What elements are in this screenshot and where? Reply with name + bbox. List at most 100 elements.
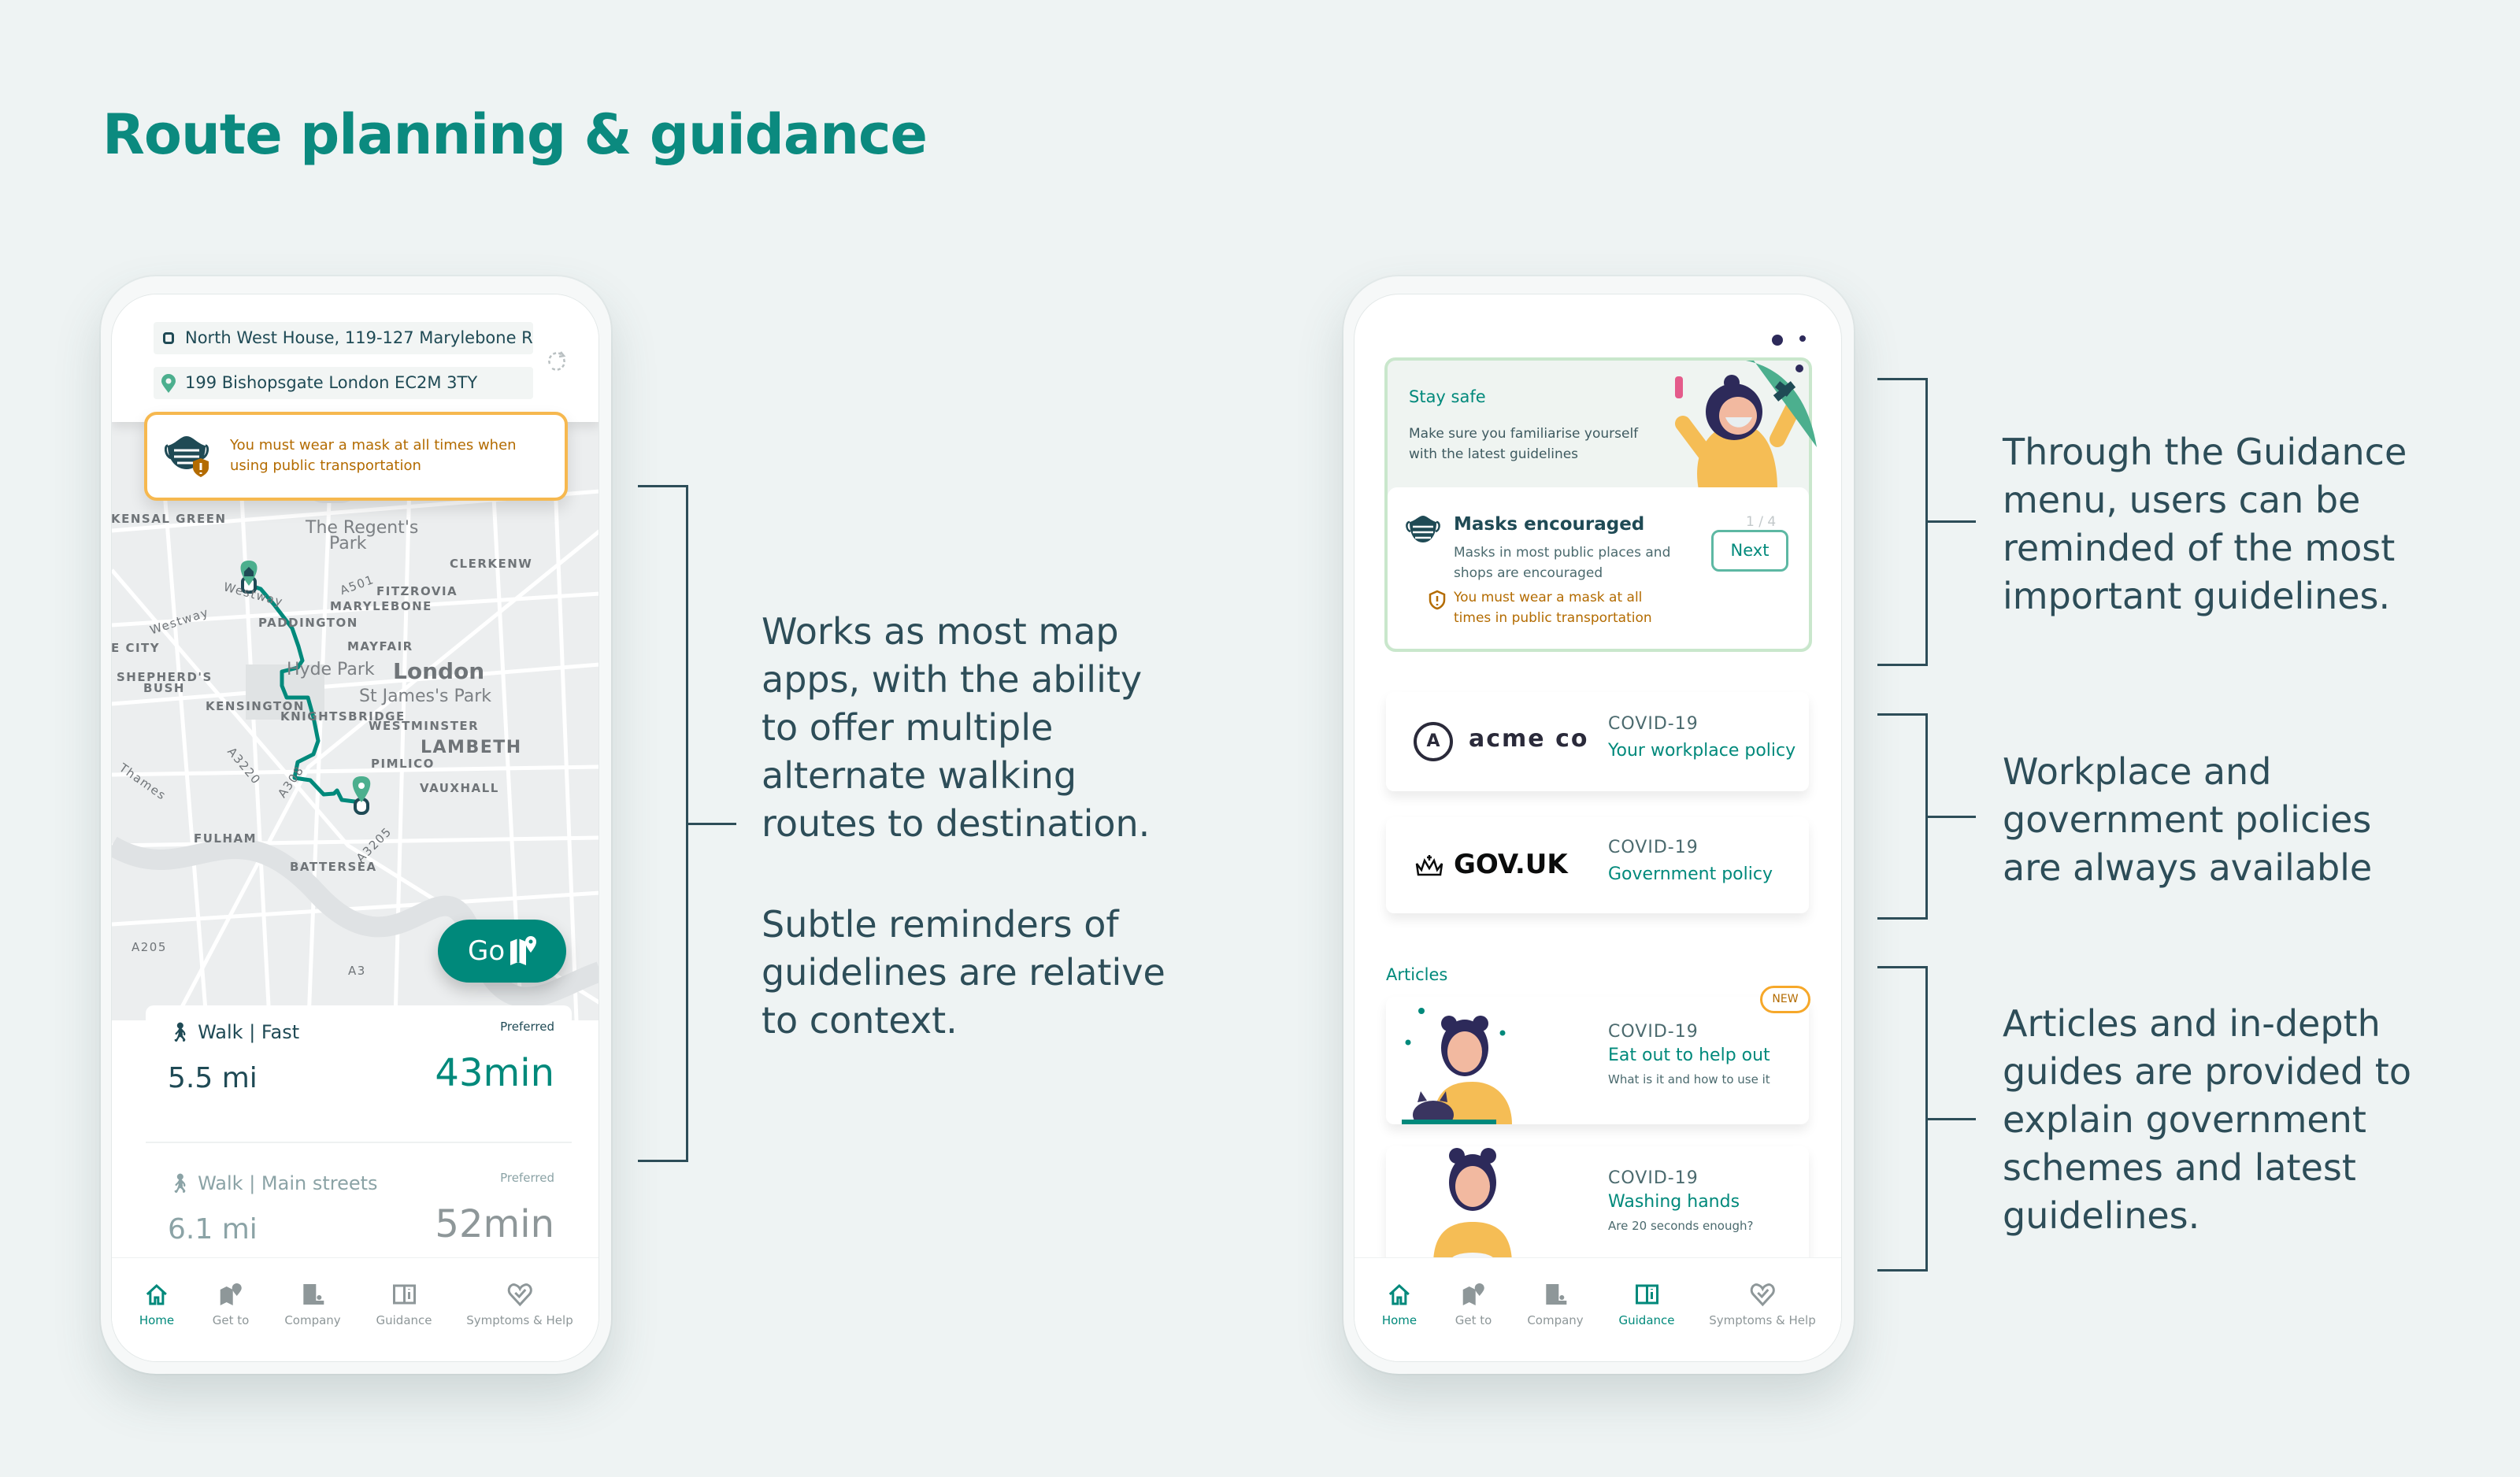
policy-kicker: COVID-19 bbox=[1608, 838, 1699, 857]
map-pin-icon bbox=[220, 1283, 242, 1305]
nav-item-get-to[interactable]: Get to bbox=[212, 1282, 250, 1327]
route-distance: 6.1 mi bbox=[168, 1213, 258, 1246]
map-label: A501 bbox=[338, 572, 376, 598]
nav-label: Guidance bbox=[376, 1313, 432, 1327]
page-title: Route planning & guidance bbox=[102, 102, 928, 167]
nav-item-get-to[interactable]: Get to bbox=[1455, 1282, 1492, 1327]
building-icon bbox=[1546, 1284, 1566, 1305]
policy-card-workplace[interactable]: A acme co COVID-19 Your workplace policy bbox=[1386, 692, 1809, 791]
book-info-icon bbox=[1635, 1284, 1658, 1305]
tip-body: Masks in most public places and shops ar… bbox=[1454, 545, 1671, 581]
go-button[interactable]: Go bbox=[438, 920, 566, 983]
article-subtitle: What is it and how to use it bbox=[1608, 1072, 1770, 1086]
nav-item-guidance[interactable]: Guidance bbox=[1619, 1282, 1675, 1327]
nav-item-company[interactable]: Company bbox=[284, 1282, 341, 1327]
bracket bbox=[686, 823, 736, 825]
map-label: FITZROVIA bbox=[376, 584, 458, 598]
article-title: Washing hands bbox=[1608, 1192, 1740, 1212]
nav-label: Symptoms & Help bbox=[1709, 1313, 1816, 1327]
policy-kicker: COVID-19 bbox=[1608, 714, 1699, 734]
mask-alert-text: You must wear a mask at all times when u… bbox=[230, 437, 517, 474]
bracket bbox=[638, 485, 688, 487]
bracket bbox=[1877, 664, 1928, 666]
article-title: Eat out to help out bbox=[1608, 1046, 1770, 1065]
woman-umbrella-illustration bbox=[1675, 335, 1817, 490]
nav-item-home[interactable]: Home bbox=[139, 1282, 174, 1327]
map-label: Park bbox=[329, 534, 367, 553]
nav-label: Home bbox=[1381, 1313, 1418, 1327]
article-card[interactable]: COVID-19 Washing hands Are 20 seconds en… bbox=[1386, 1146, 1809, 1272]
map-label: VAUXHALL bbox=[420, 781, 499, 795]
mask-warning-icon bbox=[165, 436, 209, 477]
mask-alert: You must wear a mask at all times when u… bbox=[144, 412, 568, 501]
nav-label: Get to bbox=[212, 1313, 250, 1327]
route-option[interactable]: 🚶︎ Walk | Main streets Preferred 6.1 mi … bbox=[146, 1157, 572, 1268]
bracket bbox=[1877, 917, 1928, 920]
map-label: FULHAM bbox=[194, 831, 258, 846]
map-label: A308 bbox=[275, 763, 307, 801]
woman-cat-illustration bbox=[1402, 1008, 1512, 1124]
policy-card-government[interactable]: GOV.UK COVID-19 Government policy bbox=[1386, 817, 1809, 913]
map-label: CLERKENW bbox=[450, 557, 533, 571]
stay-safe-card: Stay safe Make sure you familiarise your… bbox=[1384, 335, 1817, 652]
heart-check-icon bbox=[1750, 1283, 1775, 1307]
route-name: 🚶︎ Walk | Fast bbox=[168, 1021, 300, 1043]
article-kicker: COVID-19 bbox=[1608, 1168, 1699, 1188]
map-pin-icon bbox=[161, 374, 176, 393]
bracket bbox=[1925, 1118, 1976, 1120]
tip-counter: 1 / 4 bbox=[1746, 514, 1777, 530]
map-label: A3220 bbox=[224, 744, 264, 788]
article-kicker: COVID-19 bbox=[1608, 1022, 1699, 1042]
nav-label: Company bbox=[284, 1313, 341, 1327]
map-label: Hyde Park bbox=[287, 660, 375, 679]
bracket bbox=[1877, 1269, 1928, 1272]
nav-item-home[interactable]: Home bbox=[1382, 1282, 1417, 1327]
heart-check-icon bbox=[507, 1283, 532, 1307]
nav-item-symptoms-help[interactable]: Symptoms & Help bbox=[1709, 1282, 1816, 1327]
annotation-text: Workplace and government policies are al… bbox=[2003, 750, 2373, 889]
new-badge: NEW bbox=[1760, 986, 1810, 1013]
nav-label: Company bbox=[1527, 1313, 1584, 1327]
origin-field[interactable]: North West House, 119-127 Marylebone Ro bbox=[154, 322, 533, 354]
destination-field[interactable]: 199 Bishopsgate London EC2M 3TY bbox=[154, 367, 533, 399]
crown-icon bbox=[1415, 855, 1443, 876]
nav-label: Symptoms & Help bbox=[466, 1313, 573, 1327]
annotation-text: Through the Guidance menu, users can be … bbox=[2003, 431, 2407, 617]
nav-label: Home bbox=[139, 1313, 175, 1327]
article-subtitle: Are 20 seconds enough? bbox=[1608, 1219, 1754, 1233]
route-distance: 5.5 mi bbox=[168, 1062, 258, 1094]
bracket bbox=[638, 1160, 688, 1162]
nav-item-guidance[interactable]: Guidance bbox=[376, 1282, 432, 1327]
bracket bbox=[1877, 966, 1928, 968]
govuk-logo: GOV.UK bbox=[1454, 849, 1568, 880]
route-screen: KENSAL GREEN The Regent's Park CLERKENW … bbox=[111, 294, 599, 1362]
bracket bbox=[1877, 378, 1928, 380]
map-label: A3 bbox=[348, 964, 366, 978]
nav-label: Guidance bbox=[1618, 1313, 1675, 1327]
route-duration: 52min bbox=[435, 1202, 554, 1246]
route-name-text: Walk | Main streets bbox=[198, 1172, 378, 1194]
policy-title: Your workplace policy bbox=[1608, 741, 1796, 761]
tip-warning: You must wear a mask at all times in pub… bbox=[1454, 590, 1652, 626]
swap-icon[interactable] bbox=[547, 351, 567, 372]
nav-item-symptoms-help[interactable]: Symptoms & Help bbox=[466, 1282, 573, 1327]
tip-title: Masks encouraged bbox=[1454, 514, 1645, 535]
next-button[interactable]: Next bbox=[1711, 530, 1788, 572]
map-label: E CITY bbox=[112, 641, 161, 655]
route-name-text: Walk | Fast bbox=[198, 1021, 300, 1043]
map-label: Westway bbox=[148, 605, 211, 638]
search-header bbox=[112, 294, 598, 422]
map-label: PADDINGTON bbox=[258, 616, 358, 630]
article-card[interactable]: COVID-19 Eat out to help out What is it … bbox=[1386, 997, 1809, 1124]
annotation-text: Subtle reminders of guidelines are relat… bbox=[762, 903, 1166, 1042]
nav-item-company[interactable]: Company bbox=[1527, 1282, 1584, 1327]
annotation-text: Works as most map apps, with the ability… bbox=[762, 610, 1151, 845]
destination-value: 199 Bishopsgate London EC2M 3TY bbox=[185, 373, 478, 392]
hero-subtitle: Make sure you familiarise yourself with … bbox=[1409, 426, 1639, 462]
route-option[interactable]: 🚶︎ Walk | Fast Preferred 5.5 mi 43min bbox=[146, 1005, 572, 1117]
bottom-nav: Home Get to Company Guidance Symptoms & Help bbox=[1354, 1257, 1841, 1361]
map-label: London bbox=[393, 658, 485, 684]
acme-logo: acme co bbox=[1469, 725, 1589, 753]
map-label: LAMBETH bbox=[421, 738, 522, 757]
bracket bbox=[1877, 713, 1928, 716]
